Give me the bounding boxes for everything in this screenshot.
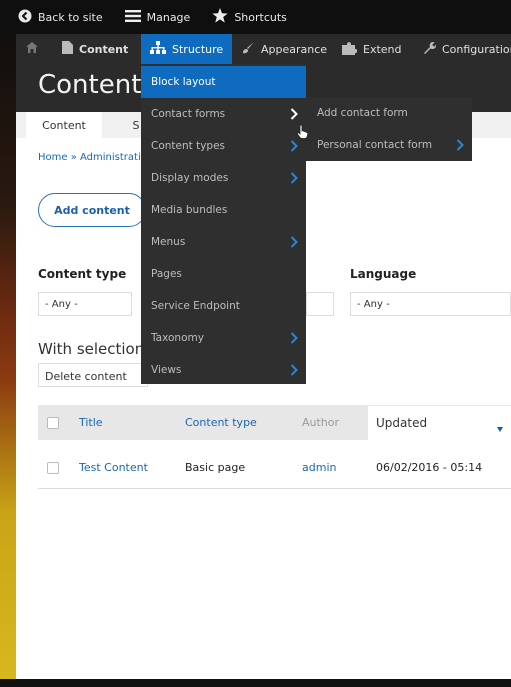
chevron-right-icon — [290, 236, 300, 248]
chevron-right-icon — [456, 139, 466, 151]
tray-item-label: Structure — [172, 42, 224, 56]
menu-item-label: Content types — [151, 140, 226, 152]
contact-forms-submenu: Add contact form Personal contact form — [306, 97, 472, 161]
desktop-background — [0, 0, 16, 687]
column-author: Author — [302, 416, 340, 429]
admin-toolbar: Back to site Manage Shortcuts — [0, 0, 511, 34]
back-to-site-label: Back to site — [38, 10, 103, 24]
menu-item-label: Contact forms — [151, 108, 226, 120]
status-select[interactable] — [306, 292, 334, 316]
wrench-icon — [422, 41, 442, 58]
menu-item-label: Block layout — [151, 76, 216, 88]
manage-label: Manage — [146, 10, 191, 24]
tray-item-structure[interactable]: Structure — [141, 34, 232, 64]
menu-item-service-endpoint[interactable]: Service Endpoint — [141, 290, 306, 322]
menu-item-content-types[interactable]: Content types — [141, 130, 306, 162]
chevron-right-icon — [290, 108, 300, 120]
sitemap-icon — [150, 41, 172, 57]
tray-item-label: Extend — [363, 42, 402, 56]
menu-item-label: Views — [151, 364, 182, 376]
breadcrumb[interactable]: Home » Administrati — [38, 152, 141, 163]
column-updated-label: Updated — [376, 416, 428, 430]
menu-item-label: Service Endpoint — [151, 300, 240, 312]
menu-item-label: Taxonomy — [151, 332, 204, 344]
content-type-select[interactable]: - Any - — [38, 292, 132, 316]
menu-item-display-modes[interactable]: Display modes — [141, 162, 306, 194]
tray-item-label: Configuration — [442, 42, 511, 56]
document-icon — [62, 41, 79, 57]
submenu-item-personal-contact-form[interactable]: Personal contact form — [306, 129, 472, 161]
add-content-button[interactable]: Add content — [38, 193, 146, 227]
column-content-type[interactable]: Content type — [185, 405, 257, 440]
menu-item-pages[interactable]: Pages — [141, 258, 306, 290]
admin-tray: Content Structure Appearance Extend Conf… — [16, 34, 511, 64]
back-to-site-link[interactable]: Back to site — [0, 0, 111, 34]
menu-item-block-layout[interactable]: Block layout — [141, 66, 306, 98]
menu-item-media-bundles[interactable]: Media bundles — [141, 194, 306, 226]
hand-cursor-icon — [296, 124, 309, 143]
tray-item-home[interactable] — [16, 34, 53, 64]
language-label: Language — [350, 267, 417, 281]
menu-item-label: Media bundles — [151, 204, 228, 216]
row-content-type: Basic page — [185, 461, 246, 474]
content-type-label: Content type — [38, 267, 127, 281]
select-all-checkbox[interactable] — [47, 405, 59, 440]
row-author-link[interactable]: admin — [302, 446, 336, 489]
sort-desc-icon — [497, 421, 503, 435]
chevron-right-icon — [290, 332, 300, 344]
star-icon — [212, 8, 234, 26]
tray-item-configuration[interactable]: Configuration — [413, 34, 511, 64]
home-icon — [25, 41, 45, 57]
language-select[interactable]: - Any - — [350, 292, 511, 316]
back-arrow-icon — [18, 9, 38, 26]
paintbrush-icon — [241, 41, 261, 58]
screen-bottom-edge — [0, 679, 511, 687]
page-title: Content — [38, 70, 142, 100]
column-updated[interactable]: Updated — [368, 405, 511, 440]
bulk-action-select[interactable]: Delete content — [38, 363, 148, 387]
tray-item-extend[interactable]: Extend — [333, 34, 413, 64]
menu-item-label: Pages — [151, 268, 182, 280]
submenu-item-add-contact-form[interactable]: Add contact form — [306, 97, 472, 129]
menu-item-views[interactable]: Views — [141, 354, 306, 386]
manage-button[interactable]: Manage — [111, 0, 199, 34]
with-selection-label: With selection — [38, 340, 145, 358]
hamburger-icon — [124, 9, 147, 26]
menu-item-label: Menus — [151, 236, 186, 248]
submenu-item-label: Personal contact form — [317, 139, 433, 151]
row-title-link[interactable]: Test Content — [79, 446, 148, 489]
shortcuts-label: Shortcuts — [234, 10, 287, 24]
row-updated: 06/02/2016 - 05:14 — [376, 461, 483, 474]
tray-item-appearance[interactable]: Appearance — [232, 34, 333, 64]
column-title[interactable]: Title — [79, 405, 103, 440]
menu-item-label: Display modes — [151, 172, 229, 184]
puzzle-icon — [342, 41, 363, 58]
menu-item-taxonomy[interactable]: Taxonomy — [141, 322, 306, 354]
menu-item-contact-forms[interactable]: Contact forms — [141, 98, 306, 130]
tray-item-label: Appearance — [261, 42, 328, 56]
menu-item-menus[interactable]: Menus — [141, 226, 306, 258]
tab-second[interactable]: S — [131, 112, 141, 138]
tray-item-label: Content — [79, 42, 129, 56]
table-row: Test Content Basic page admin 06/02/2016… — [38, 446, 511, 489]
structure-dropdown-menu: Block layout Contact forms Content types… — [141, 64, 306, 384]
shortcuts-button[interactable]: Shortcuts — [198, 0, 295, 34]
chevron-right-icon — [290, 172, 300, 184]
row-checkbox[interactable] — [47, 446, 59, 489]
chevron-right-icon — [290, 364, 300, 376]
submenu-item-label: Add contact form — [317, 107, 408, 119]
table-header: Title Content type Author Updated — [38, 405, 511, 440]
tray-item-content[interactable]: Content — [53, 34, 141, 64]
tab-content[interactable]: Content — [26, 112, 102, 138]
